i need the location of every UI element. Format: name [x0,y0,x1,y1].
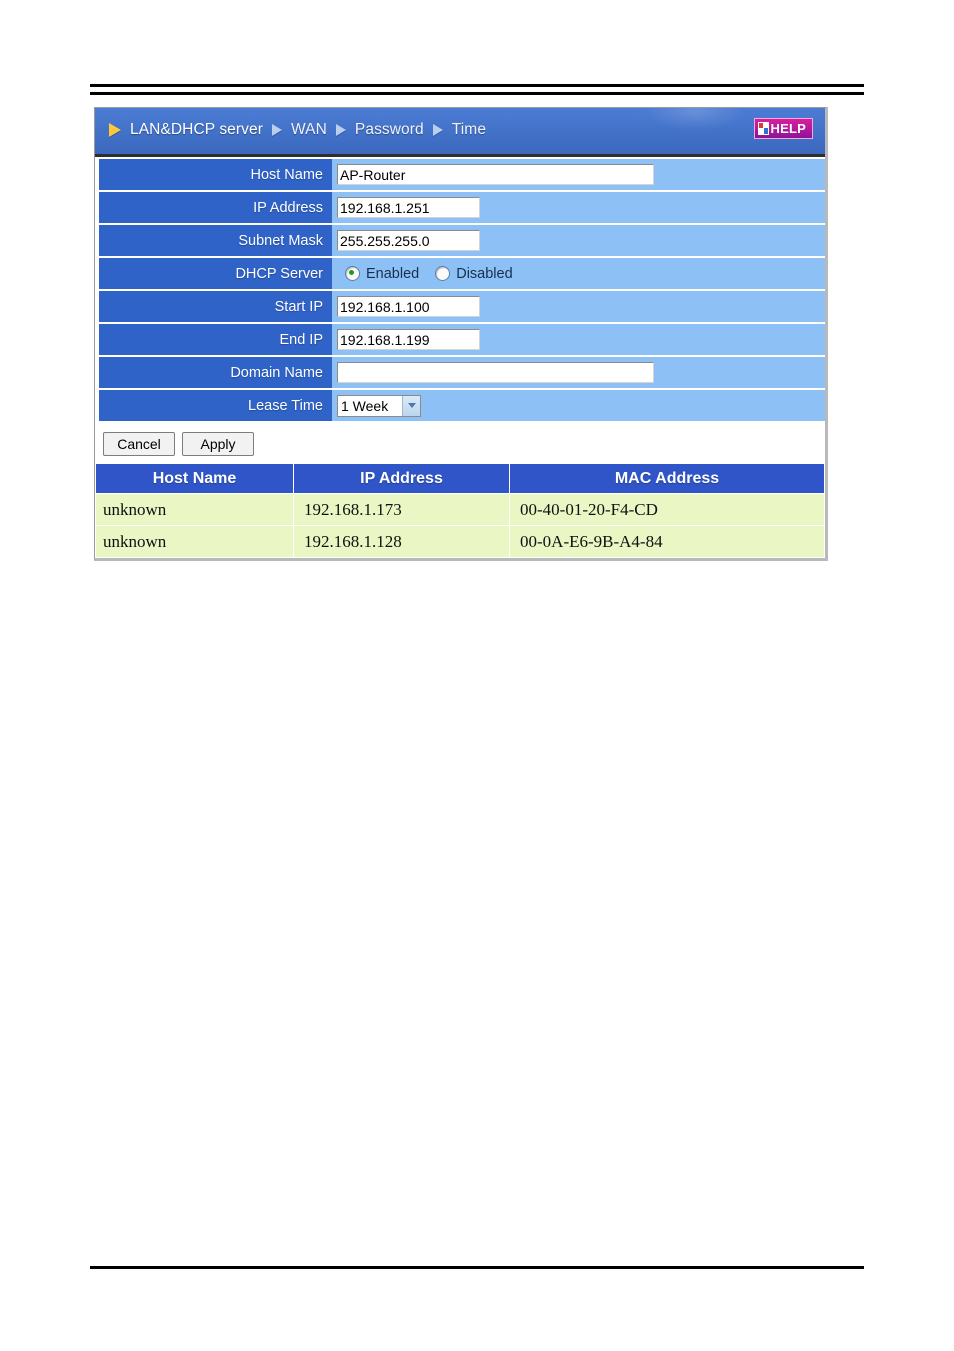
triangle-icon [272,123,283,136]
page-rule-top-lower [90,92,864,95]
host-name-value-cell [332,159,825,190]
form-row-host-name: Host Name [95,159,825,190]
radio-unselected-icon[interactable] [435,266,451,281]
end-ip-input[interactable] [337,329,480,350]
page-rule-bottom [90,1266,864,1269]
ip-address-label: IP Address [99,192,332,223]
nav-item-label: Password [354,120,424,138]
form-row-domain-name: Domain Name [95,357,825,388]
dhcp-enabled-option[interactable]: Enabled [345,266,419,282]
page-rule-top-upper [90,84,864,87]
nav-item-list: LAN&DHCP server WAN Password Time [107,108,495,151]
form-row-ip-address: IP Address [95,192,825,223]
router-config-panel: LAN&DHCP server WAN Password Time HELP H… [94,107,828,561]
lease-time-select[interactable]: 1 Week [337,394,421,417]
lease-time-selected-value: 1 Week [341,397,389,414]
nav-item-wan[interactable]: WAN [272,121,336,139]
domain-name-input[interactable] [337,362,654,383]
nav-item-label: WAN [291,120,327,138]
gold-triangle-icon [109,122,121,137]
nav-item-label: Time [451,120,487,138]
end-ip-value-cell [332,324,825,355]
form-row-start-ip: Start IP [95,291,825,322]
cell-mac-address: 00-0A-E6-9B-A4-84 [509,525,825,558]
subnet-mask-label: Subnet Mask [99,225,332,256]
ip-address-input[interactable] [337,197,480,218]
dhcp-disabled-option[interactable]: Disabled [435,265,513,282]
start-ip-label: Start IP [99,291,332,322]
lan-dhcp-settings-form: Host Name IP Address Subnet Mask DHCP Se… [95,157,825,421]
lease-time-label: Lease Time [99,390,332,421]
subnet-mask-input[interactable] [337,230,480,251]
subnet-mask-value-cell [332,225,825,256]
help-button[interactable]: HELP [753,118,813,139]
table-row: unknown 192.168.1.128 00-0A-E6-9B-A4-84 [95,525,825,558]
triangle-icon [335,123,346,136]
cancel-button[interactable]: Cancel [103,432,175,456]
start-ip-input[interactable] [337,296,480,317]
help-button-label: HELP [770,121,806,136]
chevron-down-icon[interactable] [402,395,420,416]
table-header-row: Host Name IP Address MAC Address [95,463,825,494]
nav-item-password[interactable]: Password [335,120,433,139]
nav-item-time[interactable]: Time [432,120,495,139]
ip-address-value-cell [332,192,825,223]
radio-selected-icon[interactable] [345,266,360,281]
triangle-icon [432,123,443,136]
cell-host-name: unknown [95,525,294,558]
lease-time-value-cell: 1 Week [332,390,825,421]
form-row-dhcp-server: DHCP Server Enabled Disabled [95,258,825,289]
table-row: unknown 192.168.1.173 00-40-01-20-F4-CD [95,493,825,526]
host-name-label: Host Name [99,159,332,190]
cell-host-name: unknown [95,493,294,526]
column-header-mac-address: MAC Address [509,463,825,494]
navigation-bar: LAN&DHCP server WAN Password Time HELP [95,108,825,157]
start-ip-value-cell [332,291,825,322]
cell-ip-address: 192.168.1.128 [293,525,510,558]
help-icon [757,122,769,135]
cell-mac-address: 00-40-01-20-F4-CD [509,493,825,526]
nav-item-label: LAN&DHCP server [130,120,264,138]
cell-ip-address: 192.168.1.173 [293,493,510,526]
column-header-host-name: Host Name [95,463,294,494]
domain-name-value-cell [332,357,825,388]
form-row-lease-time: Lease Time 1 Week [95,390,825,421]
column-header-ip-address: IP Address [293,463,510,494]
end-ip-label: End IP [99,324,332,355]
host-name-input[interactable] [337,164,654,185]
dhcp-enabled-label: Enabled [366,265,420,282]
dhcp-server-label: DHCP Server [99,258,332,289]
apply-button[interactable]: Apply [182,432,254,456]
form-actions: Cancel Apply [95,423,825,463]
domain-name-label: Domain Name [99,357,332,388]
form-row-subnet-mask: Subnet Mask [95,225,825,256]
dhcp-server-radio-group: Enabled Disabled [337,266,513,282]
dhcp-disabled-label: Disabled [456,265,513,282]
form-row-end-ip: End IP [95,324,825,355]
dhcp-client-table: Host Name IP Address MAC Address unknown… [95,463,825,558]
dhcp-server-value-cell: Enabled Disabled [332,258,825,289]
nav-item-lan-dhcp-server[interactable]: LAN&DHCP server [107,121,272,139]
